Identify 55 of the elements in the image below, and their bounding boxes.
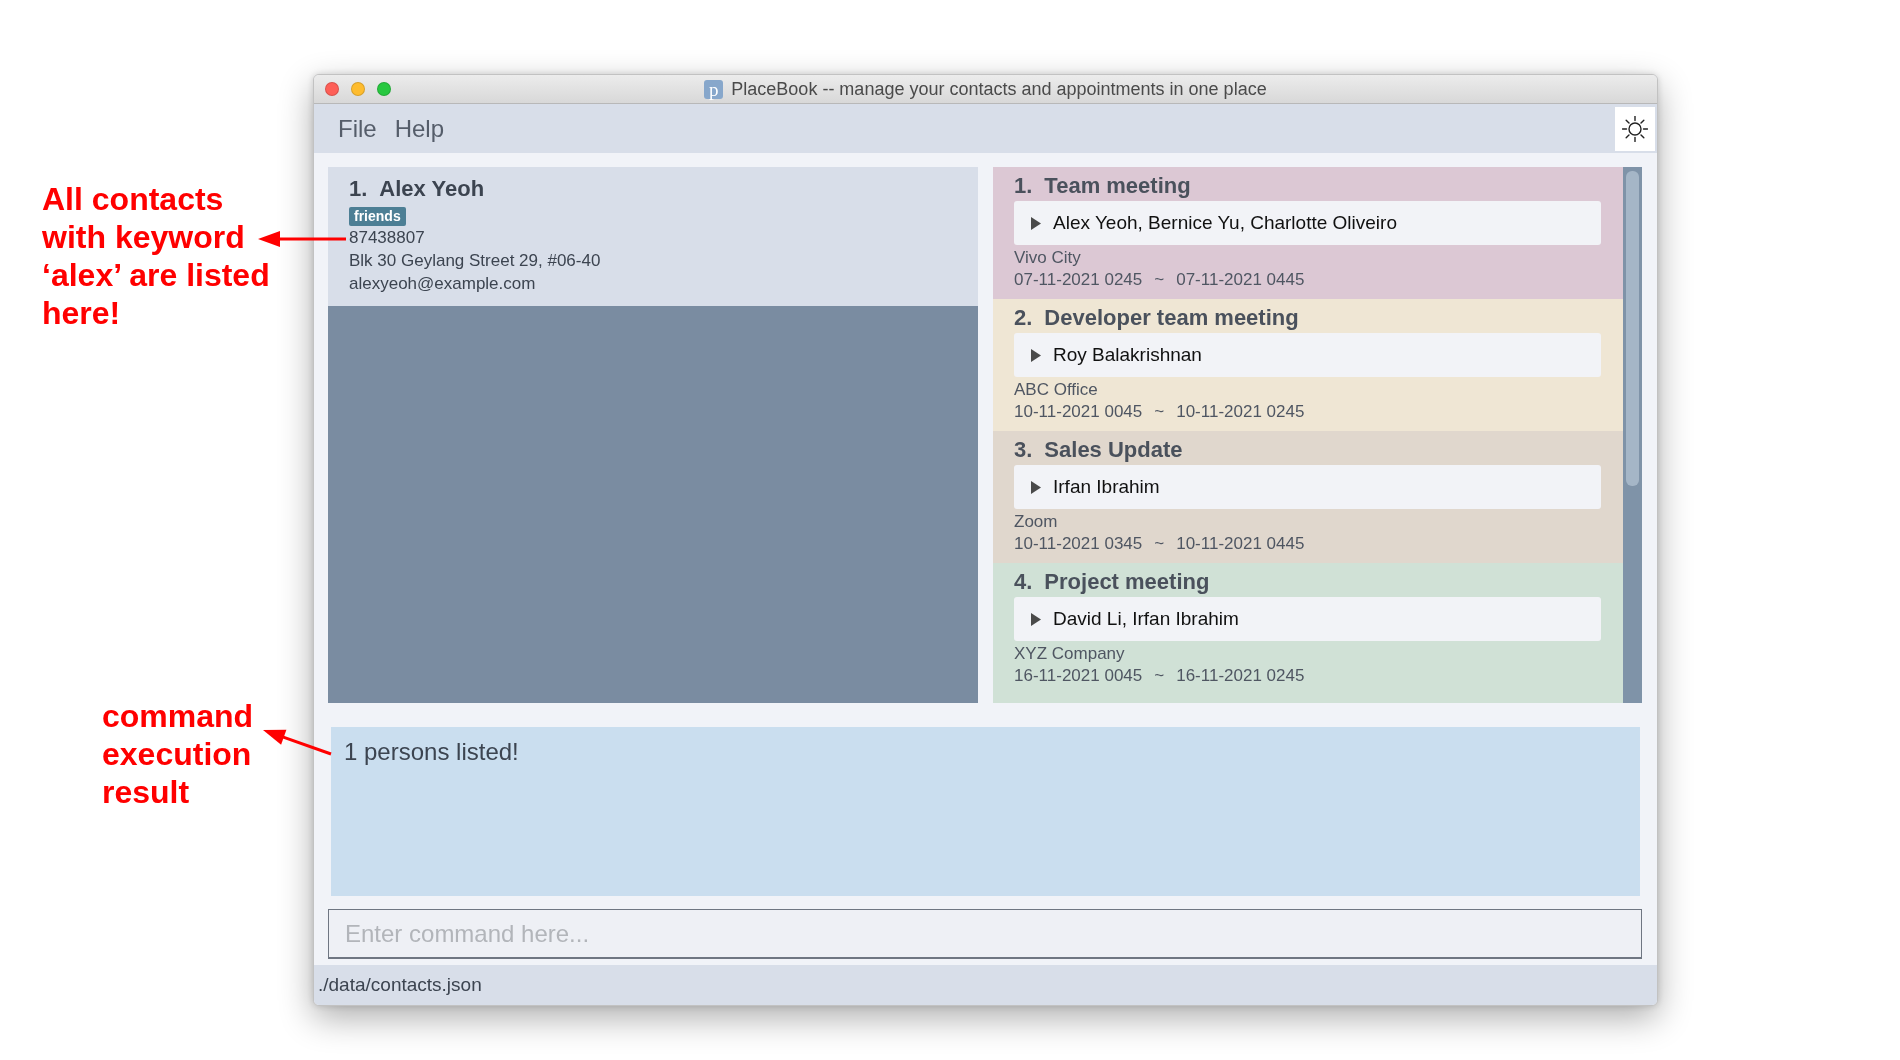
contact-address: Blk 30 Geylang Street 29, #06-40 [349, 250, 601, 272]
appointment-card[interactable]: 1. Team meeting Alex Yeoh, Bernice Yu, Charlotte Oliveiro Vivo City 07-11-2021 0245 ~ 07-11-2021 0445 [993, 167, 1623, 299]
appointment-end: 07-11-2021 0445 [1176, 269, 1305, 291]
contact-index: 1. [349, 175, 368, 203]
appointment-start: 07-11-2021 0245 [1014, 269, 1143, 291]
appointment-location: Vivo City [1014, 247, 1081, 269]
tag: friends [349, 207, 406, 226]
minimize-window-button[interactable] [351, 82, 365, 96]
participants-toggle[interactable]: Roy Balakrishnan [1014, 333, 1601, 377]
appointment-location: Zoom [1014, 511, 1058, 533]
date-separator: ~ [1154, 401, 1165, 423]
zoom-window-button[interactable] [377, 82, 391, 96]
appointment-card[interactable]: 4. Project meeting David Li, Irfan Ibrahim XYZ Company 16-11-2021 0045 ~ 16-11-2021 0245 [993, 563, 1623, 703]
appointment-start: 10-11-2021 0045 [1014, 401, 1143, 423]
participants-toggle[interactable]: Alex Yeoh, Bernice Yu, Charlotte Oliveiro [1014, 201, 1601, 245]
appointment-card[interactable]: 3. Sales Update Irfan Ibrahim Zoom 10-11-2021 0345 ~ 10-11-2021 0445 [993, 431, 1623, 563]
result-message: 1 persons listed! [344, 737, 519, 767]
app-icon: p [704, 79, 724, 99]
appointment-title: Developer team meeting [1044, 304, 1299, 332]
appointment-index: 3. [1014, 436, 1033, 464]
appointment-start: 16-11-2021 0045 [1014, 665, 1143, 687]
appointment-start: 10-11-2021 0345 [1014, 533, 1143, 555]
callout-text: command execution result [102, 697, 255, 811]
appointment-end: 10-11-2021 0445 [1176, 533, 1305, 555]
contact-email: alexyeoh@example.com [349, 273, 536, 295]
appointment-location: XYZ Company [1014, 643, 1125, 665]
close-window-button[interactable] [325, 82, 339, 96]
date-separator: ~ [1154, 665, 1165, 687]
appointment-index: 4. [1014, 568, 1033, 596]
callout-arrow [263, 729, 332, 756]
appointment-end: 16-11-2021 0245 [1176, 665, 1305, 687]
appointment-title: Sales Update [1044, 436, 1183, 464]
contact-name: Alex Yeoh [379, 175, 485, 203]
appointment-card[interactable]: 2. Developer team meeting Roy Balakrishnan ABC Office 10-11-2021 0045 ~ 10-11-2021 0245 [993, 299, 1623, 431]
scrollbar-thumb[interactable] [1626, 171, 1639, 486]
appointment-end: 10-11-2021 0245 [1176, 401, 1305, 423]
date-separator: ~ [1154, 269, 1165, 291]
appointment-index: 1. [1014, 172, 1033, 200]
appointment-title: Project meeting [1044, 568, 1210, 596]
callout-text: All contacts with keyword ‘alex’ are listed here! [42, 180, 271, 332]
status-path: ./data/contacts.json [318, 974, 482, 996]
contact-card[interactable]: 1. Alex Yeoh friends 87438807 Blk 30 Geylang Street 29, #06-40 alexyeoh@example.com [328, 167, 978, 306]
window-title: PlaceBook -- manage your contacts and appointments in one place [731, 78, 1267, 100]
command-input[interactable]: Enter command here... [328, 909, 1642, 959]
contact-phone: 87438807 [349, 227, 425, 249]
participants-toggle[interactable]: Irfan Ibrahim [1014, 465, 1601, 509]
date-separator: ~ [1154, 533, 1165, 555]
appointment-title: Team meeting [1044, 172, 1191, 200]
theme-toggle-button[interactable] [1615, 106, 1655, 151]
sun-icon [1622, 115, 1648, 142]
appointment-index: 2. [1014, 304, 1033, 332]
menu-item[interactable]: File [334, 110, 381, 147]
participants-toggle[interactable]: David Li, Irfan Ibrahim [1014, 597, 1601, 641]
appointment-location: ABC Office [1014, 379, 1098, 401]
menu-item[interactable]: Help [390, 110, 449, 147]
